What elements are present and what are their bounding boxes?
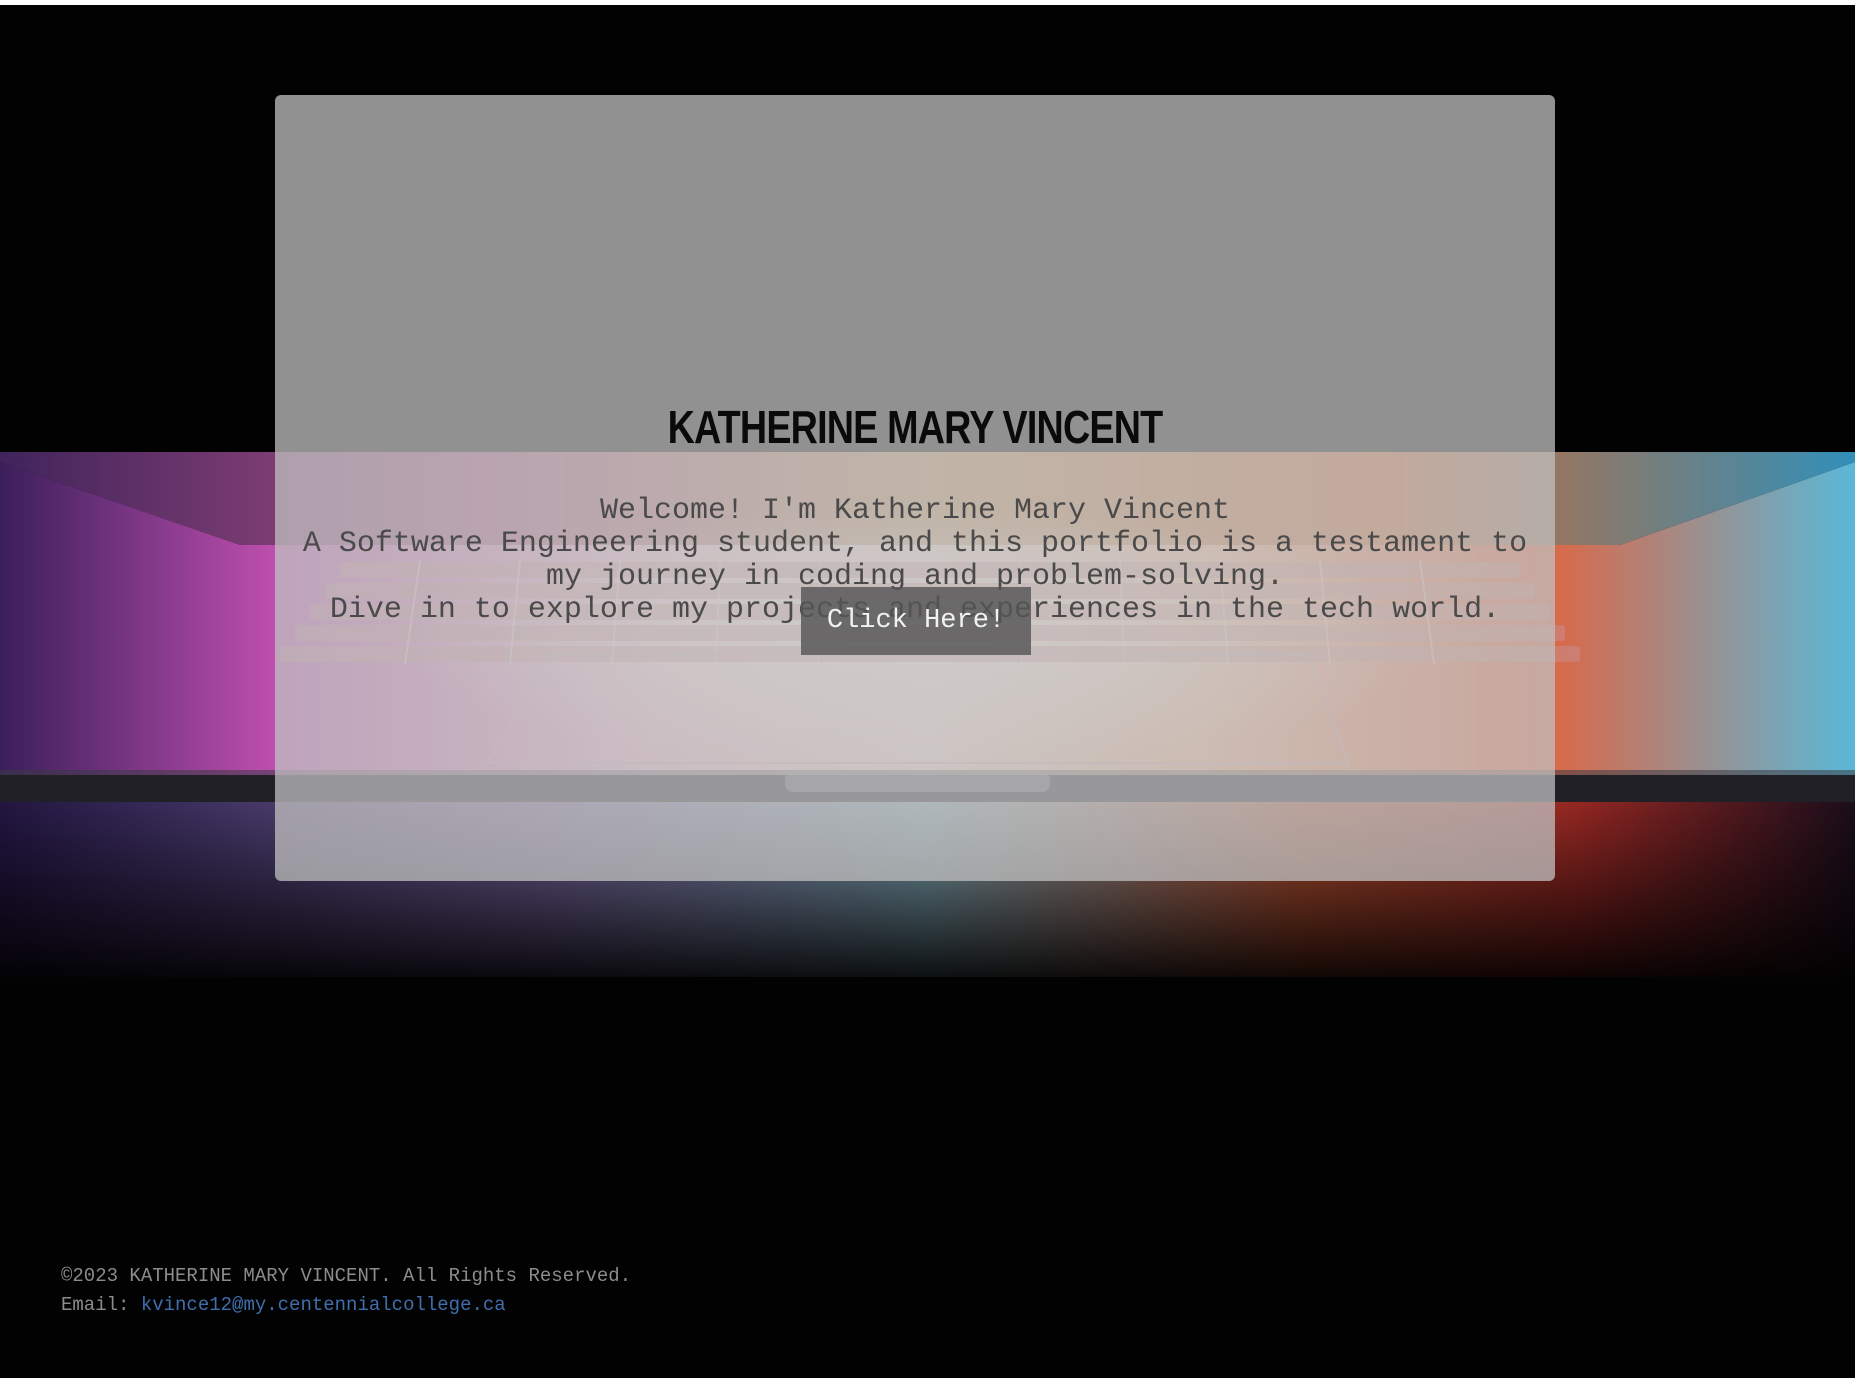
hero-panel: KATHERINE MARY VINCENT Welcome! I'm Kath… (275, 95, 1555, 881)
intro-line-about: A Software Engineering student, and this… (302, 527, 1528, 594)
portfolio-page: KATHERINE MARY VINCENT Welcome! I'm Kath… (0, 0, 1855, 1378)
email-label: Email: (61, 1294, 141, 1316)
intro-line-welcome: Welcome! I'm Katherine Mary Vincent (599, 494, 1231, 528)
footer: ©2023 KATHERINE MARY VINCENT. All Rights… (61, 1262, 631, 1320)
click-here-button[interactable]: Click Here! (801, 587, 1031, 655)
copyright-text: ©2023 KATHERINE MARY VINCENT. All Rights… (61, 1265, 632, 1287)
email-row: Email: kvince12@my.centennialcollege.ca (61, 1291, 631, 1320)
page-title: KATHERINE MARY VINCENT (667, 401, 1164, 453)
email-link[interactable]: kvince12@my.centennialcollege.ca (141, 1294, 506, 1316)
